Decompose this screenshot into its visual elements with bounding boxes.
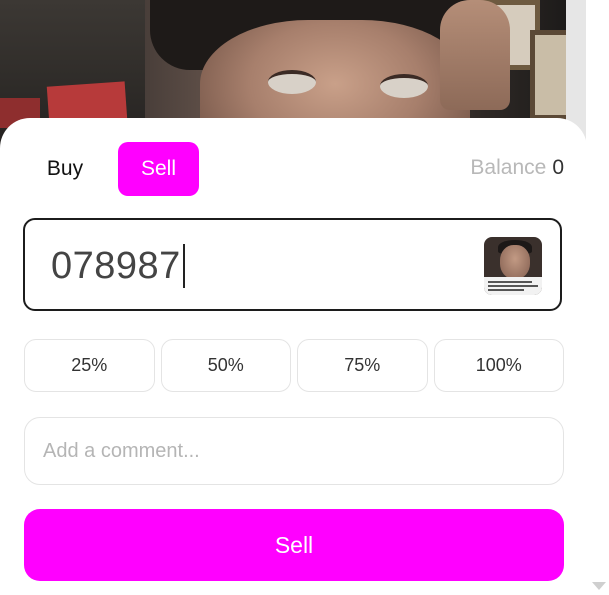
amount-input[interactable]: 078987: [23, 218, 562, 311]
quick-amount-row: 25% 50% 75% 100%: [24, 339, 564, 392]
amount-value: 078987: [51, 245, 181, 287]
trade-sheet: Buy Sell Balance 0 078987 25% 50% 75% 100…: [0, 118, 587, 595]
buy-sell-toggle: Buy Sell: [24, 142, 199, 196]
balance-display: Balance 0: [470, 156, 564, 180]
sell-tab[interactable]: Sell: [118, 142, 199, 196]
text-caret: [182, 244, 185, 288]
amount-value-wrap: 078987: [51, 244, 185, 288]
percent-50-button[interactable]: 50%: [160, 339, 291, 392]
balance-label: Balance: [470, 156, 547, 179]
percent-100-button[interactable]: 100%: [433, 339, 564, 392]
scroll-down-arrow-icon[interactable]: [592, 582, 606, 590]
sell-submit-button[interactable]: Sell: [24, 509, 564, 581]
buy-tab[interactable]: Buy: [24, 142, 106, 196]
balance-value: 0: [552, 156, 564, 179]
percent-75-button[interactable]: 75%: [297, 339, 428, 392]
percent-25-button[interactable]: 25%: [24, 339, 155, 392]
token-thumbnail-icon[interactable]: [484, 237, 542, 295]
trade-screen: Buy Sell Balance 0 078987 25% 50% 75% 100…: [0, 0, 609, 595]
comment-input[interactable]: [24, 417, 564, 485]
